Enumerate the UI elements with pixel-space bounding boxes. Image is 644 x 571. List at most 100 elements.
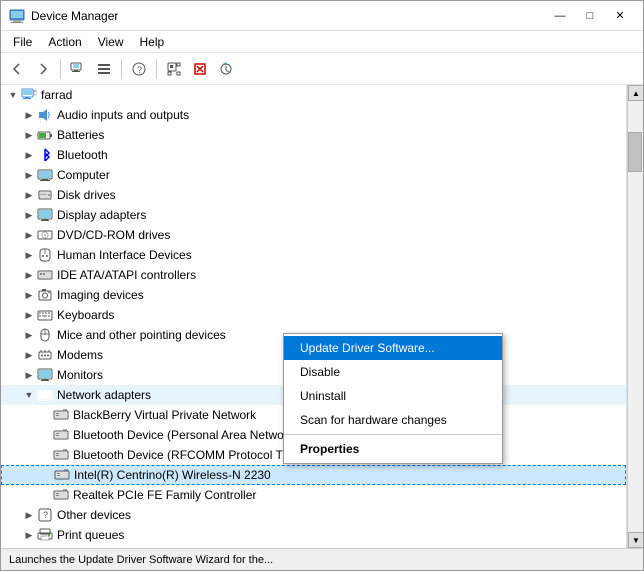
window-icon <box>9 8 25 24</box>
tree-realtek[interactable]: ▶ Realtek PCIe FE Family Controller <box>1 485 626 505</box>
imaging-expand[interactable]: ▶ <box>21 287 37 303</box>
device-manager-window: Device Manager — □ ✕ File Action View He… <box>0 0 644 571</box>
keyboards-expand[interactable]: ▶ <box>21 307 37 323</box>
netcard-icon-3 <box>53 447 69 463</box>
tree-audio[interactable]: ▶ Audio inputs and outputs <box>1 105 626 125</box>
printq-label: Print queues <box>57 528 124 542</box>
batteries-expand[interactable]: ▶ <box>21 127 37 143</box>
window-controls: — □ ✕ <box>545 6 635 26</box>
netcard-icon-4 <box>54 467 70 483</box>
mice-expand[interactable]: ▶ <box>21 327 37 343</box>
view-button[interactable] <box>92 57 116 81</box>
dvd-label: DVD/CD-ROM drives <box>57 228 170 242</box>
toolbar-separator-2 <box>121 59 122 79</box>
tree-root[interactable]: ▼ farrad <box>1 85 626 105</box>
ctx-scan[interactable]: Scan for hardware changes <box>284 408 502 432</box>
audio-expand[interactable]: ▶ <box>21 107 37 123</box>
properties-button[interactable] <box>66 57 90 81</box>
tree-display[interactable]: ▶ Display adapters <box>1 205 626 225</box>
other-icon: ? <box>37 507 53 523</box>
tree-other[interactable]: ▶ ? Other devices <box>1 505 626 525</box>
monitors-expand[interactable]: ▶ <box>21 367 37 383</box>
toolbar-separator-1 <box>60 59 61 79</box>
hid-expand[interactable]: ▶ <box>21 247 37 263</box>
forward-button[interactable] <box>31 57 55 81</box>
context-menu: Update Driver Software... Disable Uninst… <box>283 333 503 464</box>
menu-action[interactable]: Action <box>40 31 89 52</box>
help-button[interactable]: ? <box>127 57 151 81</box>
svg-text:?: ? <box>43 510 48 520</box>
netcard-icon-1 <box>53 407 69 423</box>
ide-label: IDE ATA/ATAPI controllers <box>57 268 196 282</box>
bb-vpn-label: BlackBerry Virtual Private Network <box>73 408 256 422</box>
network-label: Network adapters <box>57 388 151 402</box>
computer-expand[interactable]: ▶ <box>21 167 37 183</box>
computer-label: Computer <box>57 168 110 182</box>
minimize-button[interactable]: — <box>545 6 575 26</box>
tree-computer[interactable]: ▶ Computer <box>1 165 626 185</box>
root-expand-arrow[interactable]: ▼ <box>5 87 21 103</box>
update-button[interactable] <box>214 57 238 81</box>
toolbar-separator-3 <box>156 59 157 79</box>
mouse-icon <box>37 327 53 343</box>
hid-icon <box>37 247 53 263</box>
modems-expand[interactable]: ▶ <box>21 347 37 363</box>
ctx-uninstall[interactable]: Uninstall <box>284 384 502 408</box>
keyboard-icon <box>37 307 53 323</box>
processor-icon <box>37 547 53 548</box>
ctx-update-driver[interactable]: Update Driver Software... <box>284 336 502 360</box>
netcard-icon-5 <box>53 487 69 503</box>
other-expand[interactable]: ▶ <box>21 507 37 523</box>
tree-dvd[interactable]: ▶ DVD/CD-ROM drives <box>1 225 626 245</box>
intel-wifi-label: Intel(R) Centrino(R) Wireless-N 2230 <box>74 468 271 482</box>
tree-ide[interactable]: ▶ IDE ATA/ATAPI controllers <box>1 265 626 285</box>
bluetooth-icon <box>37 147 53 163</box>
bt-rfcomm-label: Bluetooth Device (RFCOMM Protocol TDI) <box>73 448 299 462</box>
battery-icon <box>37 127 53 143</box>
netcard-icon-2 <box>53 427 69 443</box>
tree-processors[interactable]: ▶ Processors <box>1 545 626 548</box>
maximize-button[interactable]: □ <box>575 6 605 26</box>
menu-file[interactable]: File <box>5 31 40 52</box>
realtek-label: Realtek PCIe FE Family Controller <box>73 488 256 502</box>
disk-label: Disk drives <box>57 188 116 202</box>
tree-batteries[interactable]: ▶ Batteries <box>1 125 626 145</box>
computer2-icon <box>37 167 53 183</box>
menu-view[interactable]: View <box>90 31 132 52</box>
imaging-label: Imaging devices <box>57 288 144 302</box>
scan-button[interactable] <box>162 57 186 81</box>
scroll-up-button[interactable]: ▲ <box>628 85 643 101</box>
display-expand[interactable]: ▶ <box>21 207 37 223</box>
tree-printq[interactable]: ▶ Print queues <box>1 525 626 545</box>
scroll-thumb[interactable] <box>628 132 642 172</box>
bluetooth-label: Bluetooth <box>57 148 108 162</box>
ide-expand[interactable]: ▶ <box>21 267 37 283</box>
imaging-icon <box>37 287 53 303</box>
tree-keyboards[interactable]: ▶ Keyboards <box>1 305 626 325</box>
scroll-down-button[interactable]: ▼ <box>628 532 643 548</box>
disk-expand[interactable]: ▶ <box>21 187 37 203</box>
back-button[interactable] <box>5 57 29 81</box>
mice-label: Mice and other pointing devices <box>57 328 226 342</box>
uninstall-button[interactable] <box>188 57 212 81</box>
hid-label: Human Interface Devices <box>57 248 192 262</box>
close-button[interactable]: ✕ <box>605 6 635 26</box>
printq-expand[interactable]: ▶ <box>21 527 37 543</box>
tree-imaging[interactable]: ▶ Imaging devices <box>1 285 626 305</box>
dvd-expand[interactable]: ▶ <box>21 227 37 243</box>
dvd-icon <box>37 227 53 243</box>
bluetooth-expand[interactable]: ▶ <box>21 147 37 163</box>
ctx-disable[interactable]: Disable <box>284 360 502 384</box>
scrollbar[interactable]: ▲ ▼ <box>627 85 643 548</box>
processors-expand[interactable]: ▶ <box>21 547 37 548</box>
network-expand[interactable]: ▼ <box>21 387 37 403</box>
menu-bar: File Action View Help <box>1 31 643 53</box>
tree-intel-wifi[interactable]: ▶ Intel(R) Centrino(R) Wireless-N 2230 <box>1 465 626 485</box>
tree-disk[interactable]: ▶ Disk drives <box>1 185 626 205</box>
menu-help[interactable]: Help <box>132 31 173 52</box>
ctx-properties[interactable]: Properties <box>284 437 502 461</box>
ide-icon <box>37 267 53 283</box>
tree-hid[interactable]: ▶ Human Interface Devices <box>1 245 626 265</box>
computer-icon <box>21 87 37 103</box>
tree-bluetooth[interactable]: ▶ Bluetooth <box>1 145 626 165</box>
